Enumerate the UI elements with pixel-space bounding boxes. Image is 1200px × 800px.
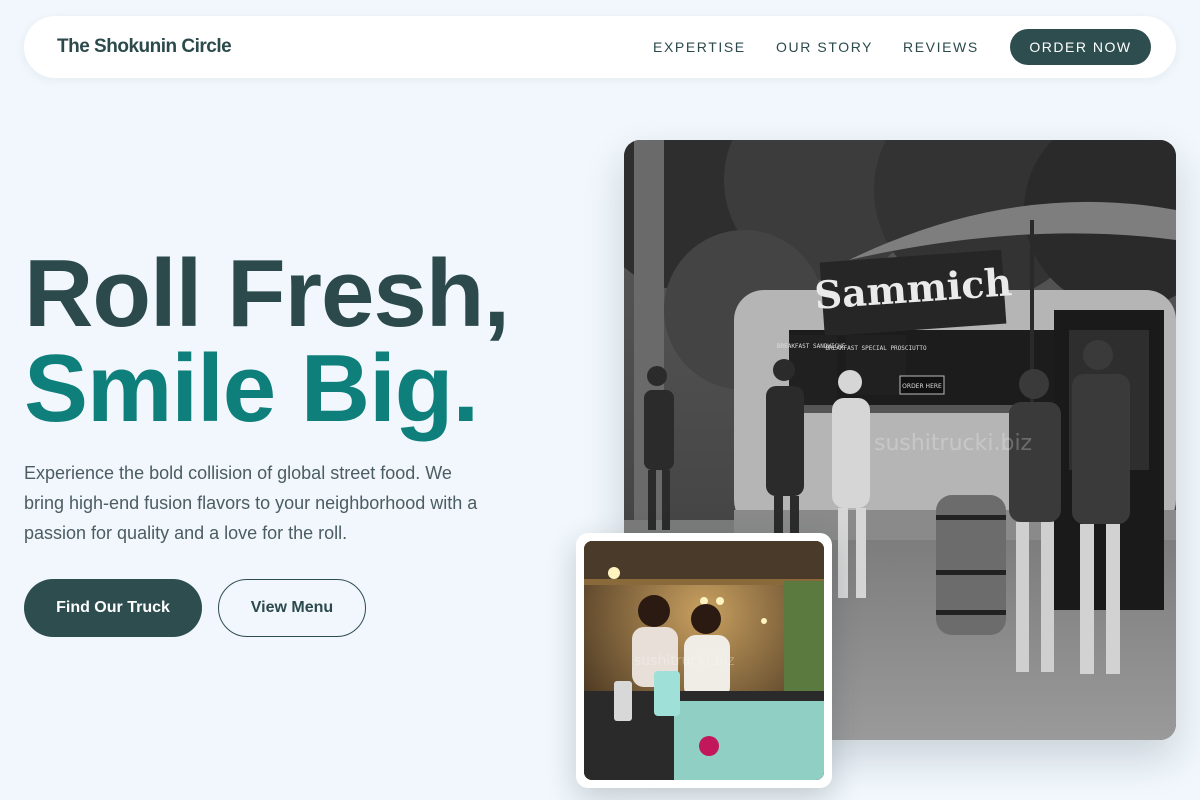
- brand-logo[interactable]: The Shokunin Circle: [57, 36, 232, 58]
- main-photo-watermark: sushitrucki.biz: [874, 431, 1032, 456]
- hero-headline-line2: Smile Big.: [24, 335, 479, 442]
- order-here-sign: ORDER HERE: [902, 383, 942, 390]
- inset-photo-card: sushitrucki.biz: [576, 533, 832, 788]
- hero-headline-line1: Roll Fresh,: [24, 240, 510, 347]
- top-navbar: The Shokunin Circle EXPERTISE OUR STORY …: [24, 16, 1176, 78]
- hero-description: Experience the bold collision of global …: [24, 463, 478, 543]
- find-truck-button[interactable]: Find Our Truck: [24, 579, 202, 637]
- inset-photo-watermark: sushitrucki.biz: [634, 653, 735, 669]
- inset-food-photo: sushitrucki.biz: [584, 541, 824, 780]
- menu-board-right: BREAKFAST SPECIAL PROSCIUTTO: [825, 345, 927, 352]
- order-now-button[interactable]: ORDER NOW: [1010, 29, 1151, 65]
- nav-link-expertise[interactable]: EXPERTISE: [653, 39, 746, 55]
- nav-link-our-story[interactable]: OUR STORY: [776, 39, 873, 55]
- nav-link-reviews[interactable]: REVIEWS: [903, 39, 979, 55]
- view-menu-button[interactable]: View Menu: [218, 579, 366, 637]
